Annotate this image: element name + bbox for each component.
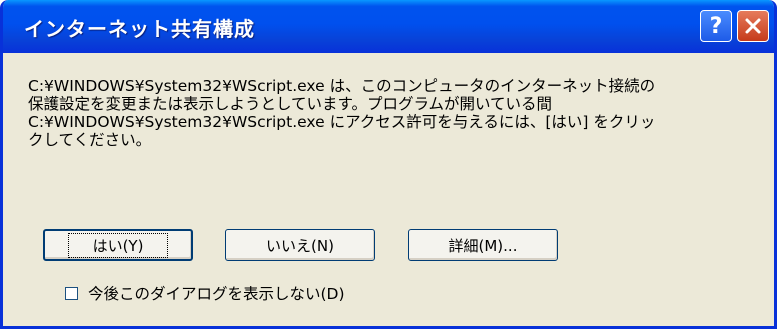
- message-line: 保護設定を変更または表示しようとしています。プログラムが開いている間: [28, 95, 553, 113]
- dialog-message: C:¥WINDOWS¥System32¥WScript.exe は、このコンピュ…: [28, 77, 748, 149]
- dialog-window: インターネット共有構成 ? C:¥WINDOWS¥System32¥WScrip…: [0, 0, 777, 329]
- dont-show-again-row[interactable]: 今後このダイアログを表示しない(D): [65, 282, 345, 304]
- yes-button[interactable]: はい(Y): [43, 229, 193, 261]
- dialog-title: インターネット共有構成: [24, 17, 255, 41]
- message-line: C:¥WINDOWS¥System32¥WScript.exe にアクセス許可を…: [28, 113, 656, 131]
- dont-show-again-label[interactable]: 今後このダイアログを表示しない(D): [88, 282, 345, 304]
- no-button[interactable]: いいえ(N): [225, 229, 375, 261]
- details-button[interactable]: 詳細(M)...: [408, 229, 558, 261]
- dont-show-again-checkbox[interactable]: [65, 286, 78, 300]
- message-line: C:¥WINDOWS¥System32¥WScript.exe は、このコンピュ…: [28, 77, 656, 95]
- message-line: クしてください。: [28, 131, 152, 149]
- help-button[interactable]: ?: [700, 10, 732, 42]
- details-button-label: 詳細(M)...: [448, 236, 518, 255]
- help-icon: ?: [709, 13, 723, 39]
- yes-button-label: はい(Y): [67, 232, 169, 258]
- close-button[interactable]: [737, 10, 769, 42]
- close-icon: [745, 18, 761, 34]
- title-bar[interactable]: インターネット共有構成 ?: [3, 0, 774, 53]
- no-button-label: いいえ(N): [266, 236, 334, 255]
